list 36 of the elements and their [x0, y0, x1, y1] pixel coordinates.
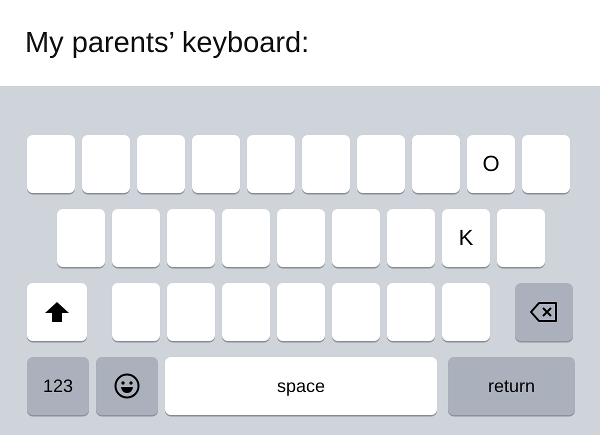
- blank-key[interactable]: [222, 209, 270, 267]
- blank-key[interactable]: [442, 283, 490, 341]
- blank-key[interactable]: [522, 135, 570, 193]
- blank-key[interactable]: [387, 283, 435, 341]
- blank-key[interactable]: [412, 135, 460, 193]
- blank-key[interactable]: [497, 209, 545, 267]
- shift-key[interactable]: [27, 283, 87, 341]
- numbers-key[interactable]: 123: [27, 357, 89, 415]
- blank-key[interactable]: [167, 209, 215, 267]
- blank-key[interactable]: [57, 209, 105, 267]
- blank-key[interactable]: [247, 135, 295, 193]
- blank-key[interactable]: [332, 209, 380, 267]
- delete-key[interactable]: [515, 283, 573, 341]
- smiley-icon: [114, 373, 140, 399]
- blank-key[interactable]: [27, 135, 75, 193]
- blank-key[interactable]: [302, 135, 350, 193]
- backspace-icon: [530, 302, 558, 322]
- blank-key[interactable]: [112, 209, 160, 267]
- blank-key[interactable]: [277, 209, 325, 267]
- shift-icon: [44, 301, 70, 323]
- blank-key[interactable]: [82, 135, 130, 193]
- blank-key[interactable]: [387, 209, 435, 267]
- blank-key[interactable]: [277, 283, 325, 341]
- caption: My parents’ keyboard:: [25, 26, 310, 60]
- blank-key[interactable]: [222, 283, 270, 341]
- space-key[interactable]: space: [165, 357, 437, 415]
- return-key[interactable]: return: [448, 357, 575, 415]
- blank-key[interactable]: [357, 135, 405, 193]
- emoji-key[interactable]: [96, 357, 158, 415]
- blank-key[interactable]: [137, 135, 185, 193]
- blank-key[interactable]: [167, 283, 215, 341]
- blank-key[interactable]: [112, 283, 160, 341]
- blank-key[interactable]: [192, 135, 240, 193]
- letter-key[interactable]: O: [467, 135, 515, 193]
- letter-key[interactable]: K: [442, 209, 490, 267]
- blank-key[interactable]: [332, 283, 380, 341]
